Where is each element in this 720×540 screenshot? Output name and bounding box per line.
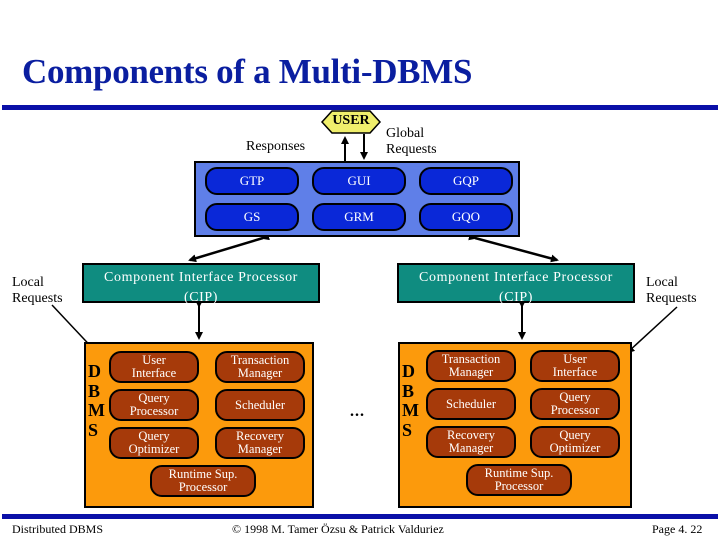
local-requests-right-arrow [626,306,678,354]
cip-right-line2: (CIP) [498,290,534,305]
module-line: Processor [550,403,600,417]
module-line: Interface [552,365,598,379]
dbms-letter: S [88,419,99,440]
dbms-letter: B [402,380,415,401]
dbms-letter: M [402,400,419,420]
module-line: Processor [129,404,179,418]
dbms-left-transaction-manager: Transaction Manager [215,351,305,383]
cip-left-box: Component Interface Processor (CIP) [82,263,320,305]
dbms-right-recovery-manager: Recovery Manager [426,426,516,458]
dbms-right-transaction-manager: Transaction Manager [426,350,516,382]
module-line: Manager [237,366,283,380]
global-requests-line2: Requests [386,142,437,157]
dbms-right-letters: D B M S [402,361,419,440]
dbms-left-scheduler: Scheduler [215,389,305,421]
ellipsis: ... [350,403,365,420]
footer-center: © 1998 M. Tamer Özsu & Patrick Valduriez [232,522,444,536]
module-line: Manager [448,365,494,379]
local-requests-right-line1: Local [646,275,678,290]
dbms-left-box: D B M S User Interface Transaction Manager… [84,342,314,508]
local-requests-right-label: Local Requests [646,275,697,307]
global-requests-label: Global Requests [386,126,437,158]
dbms-letter: D [88,361,101,381]
dbms-right-user-interface: User Interface [530,350,620,382]
gs-cip-left-arrow [188,232,270,263]
dbms-left-user-interface: User Interface [109,351,199,383]
local-requests-left-label: Local Requests [12,275,63,307]
dbms-right-scheduler: Scheduler [426,388,516,420]
module-line: Interface [131,366,177,380]
module-gtp: GTP [205,167,299,195]
module-gqo: GQO [419,203,513,231]
gqo-cip-right-arrow [468,232,559,263]
module-line: Scheduler [446,396,496,411]
module-gqp: GQP [419,167,513,195]
local-requests-right-line2: Requests [646,291,697,306]
user-label: USER [332,113,370,128]
dbms-left-query-processor: Query Processor [109,389,199,421]
module-line: Query [138,429,170,443]
dbms-right-box: D B M S Transaction Manager User Interface… [398,342,632,508]
module-line: Query [559,428,591,442]
dbms-letter: D [402,361,415,381]
responses-label: Responses [246,139,306,154]
module-line: Recovery [236,429,284,443]
local-requests-left-line2: Requests [12,291,63,306]
dbms-letter: M [88,400,105,420]
module-grm: GRM [312,203,406,231]
module-line: Runtime Sup. [484,466,554,480]
dbms-letter: B [88,380,101,401]
cip-right-box: Component Interface Processor (CIP) [397,263,635,305]
module-line: Transaction [230,353,290,367]
dbms-letter: S [402,419,413,440]
global-requests-line1: Global [386,126,425,141]
dbms-right-runtime-sup-processor: Runtime Sup. Processor [466,464,572,496]
module-line: Optimizer [549,441,601,455]
module-line: Manager [237,442,283,456]
module-line: Transaction [441,352,501,366]
dbms-left-letters: D B M S [88,361,105,440]
module-line: Scheduler [235,397,285,412]
local-requests-left-line1: Local [12,275,44,290]
dbms-right-query-processor: Query Processor [530,388,620,420]
module-gui: GUI [312,167,406,195]
dbms-left-recovery-manager: Recovery Manager [215,427,305,459]
module-line: Recovery [447,428,495,442]
module-line: Processor [494,479,544,493]
dbms-left-query-optimizer: Query Optimizer [109,427,199,459]
global-layer-box: GTP GUI GQP GS GRM GQO [194,161,520,237]
module-line: Manager [448,441,494,455]
dbms-left-runtime-sup-processor: Runtime Sup. Processor [150,465,256,497]
module-line: Optimizer [128,442,180,456]
footer-rule [2,514,718,519]
module-gs: GS [205,203,299,231]
module-line: User [142,353,166,367]
footer-right: Page 4. 22 [652,522,703,536]
dbms-right-query-optimizer: Query Optimizer [530,426,620,458]
cip-right-line1: Component Interface Processor [419,270,613,285]
module-line: Query [559,390,591,404]
module-line: Query [138,391,170,405]
module-line: User [563,352,587,366]
cip-left-line1: Component Interface Processor [104,270,298,285]
module-line: Processor [178,480,228,494]
footer-left: Distributed DBMS [12,522,104,536]
module-line: Runtime Sup. [168,467,238,481]
cip-left-line2: (CIP) [183,290,219,305]
